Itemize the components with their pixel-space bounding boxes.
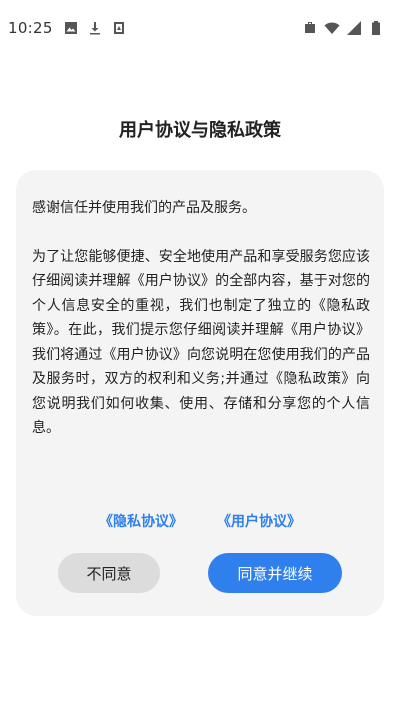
page-title: 用户协议与隐私政策 xyxy=(119,120,281,141)
disagree-button[interactable]: 不同意 xyxy=(58,553,160,593)
wifi-icon xyxy=(324,20,340,36)
user-agreement-link[interactable]: 《用户协议》 xyxy=(217,511,301,531)
agreement-dialog: 感谢信任并使用我们的产品及服务。 为了让您能够便捷、安全地使用产品和享受服务您应… xyxy=(16,170,384,616)
signal-icon xyxy=(346,20,362,36)
status-left: 10:25 xyxy=(8,19,127,37)
battery-icon xyxy=(368,20,384,36)
notification-icons xyxy=(63,20,127,36)
agreement-text: 为了让您能够便捷、安全地使用产品和享受服务您应该仔细阅读并理解《用户协议》的全部… xyxy=(32,248,370,437)
status-time: 10:25 xyxy=(8,19,53,37)
agree-continue-button[interactable]: 同意并继续 xyxy=(208,553,342,593)
image-icon xyxy=(63,20,79,36)
status-bar: 10:25 xyxy=(0,0,400,56)
links-row: 《隐私协议》 《用户协议》 xyxy=(16,511,384,531)
intro-text: 感谢信任并使用我们的产品及服务。 xyxy=(32,200,256,216)
app-notification-icon xyxy=(111,20,127,36)
briefcase-icon xyxy=(302,20,318,36)
privacy-agreement-link[interactable]: 《隐私协议》 xyxy=(99,511,183,531)
download-icon xyxy=(87,20,103,36)
system-icons xyxy=(302,20,384,36)
dialog-body: 感谢信任并使用我们的产品及服务。 为了让您能够便捷、安全地使用产品和享受服务您应… xyxy=(32,196,370,441)
